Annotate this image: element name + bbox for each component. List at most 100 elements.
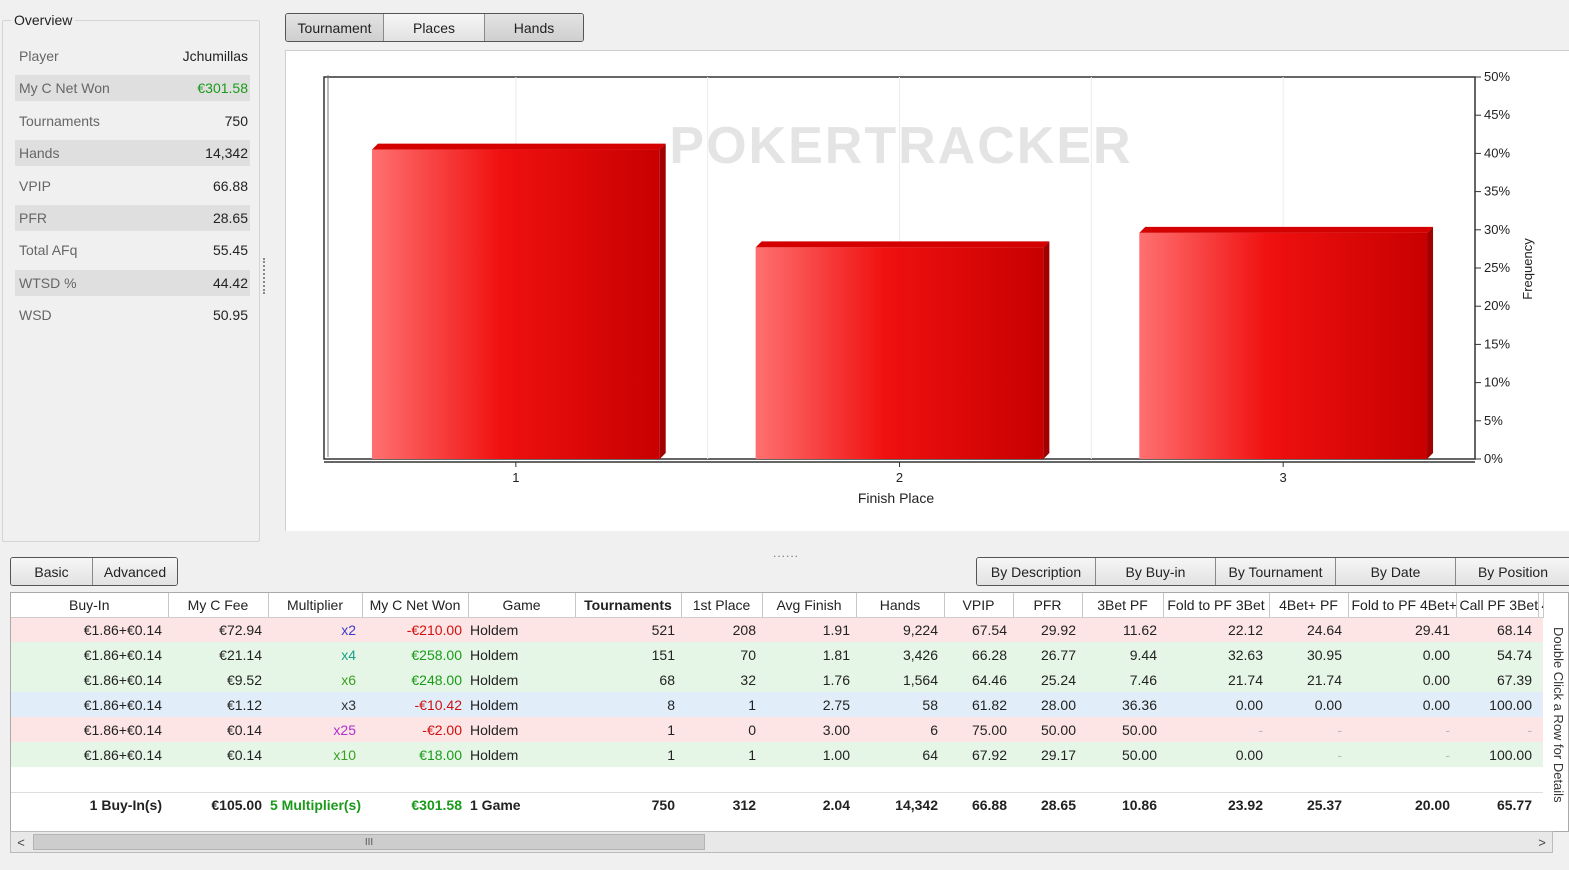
table-cell: x2	[268, 617, 362, 642]
scroll-thumb[interactable]: III	[33, 834, 705, 850]
table-cell: 22.12	[1163, 617, 1269, 642]
tab-tournament[interactable]: Tournament	[286, 14, 384, 41]
overview-value: 66.88	[212, 177, 248, 194]
overview-title: Overview	[11, 12, 76, 28]
table-cell: 25.24	[1013, 667, 1082, 692]
table-cell: 11.62	[1082, 617, 1163, 642]
y-axis-label: Frequency	[1520, 238, 1535, 300]
table-cell: 8	[575, 692, 681, 717]
column-header[interactable]: Hands	[856, 593, 945, 618]
bar-face	[1139, 232, 1428, 459]
table-cell: €9.52	[168, 667, 268, 692]
table-cell: €248.00	[362, 667, 468, 692]
scroll-right-arrow-icon[interactable]: >	[1532, 832, 1552, 852]
y-tick-label: 40%	[1484, 145, 1510, 160]
y-tick-label: 20%	[1484, 298, 1510, 313]
overview-value: 750	[224, 112, 248, 129]
y-tick-label: 10%	[1484, 375, 1510, 390]
horizontal-scrollbar[interactable]: < III >	[10, 831, 1553, 853]
overview-label: PFR	[19, 210, 47, 226]
totals-cell: €301.58	[362, 791, 468, 817]
table-row[interactable]: €1.86+€0.14 €21.14 x4 €258.00 Holdem 151 70 1.8…	[11, 642, 1543, 667]
bar-face	[755, 247, 1044, 459]
table-cell	[1538, 667, 1543, 692]
tab-by-date[interactable]: By Date	[1336, 558, 1456, 585]
column-header[interactable]: 1st Place	[681, 593, 763, 618]
tab-by-position[interactable]: By Position	[1456, 558, 1569, 585]
column-header[interactable]: My C Fee	[168, 593, 269, 618]
column-header[interactable]: PFR	[1013, 593, 1083, 618]
table-cell: €72.94	[168, 617, 268, 642]
table-cell: €21.14	[168, 642, 268, 667]
table-cell: 2.75	[762, 692, 856, 717]
table-cell: 30.95	[1269, 642, 1348, 667]
y-tick-label: 25%	[1484, 260, 1510, 275]
tab-hands[interactable]: Hands	[485, 14, 583, 41]
table-cell: 36.36	[1082, 692, 1163, 717]
table-cell: €1.86+€0.14	[11, 692, 168, 717]
overview-label: WSD	[19, 307, 52, 324]
column-header[interactable]: My C Net Won	[362, 593, 469, 618]
tab-advanced[interactable]: Advanced	[93, 558, 177, 585]
y-tick-label: 45%	[1484, 107, 1510, 122]
column-header[interactable]: Avg Finish	[762, 593, 857, 618]
table-cell: x3	[268, 692, 362, 717]
table-cell: €0.14	[168, 717, 268, 742]
table-cell: €258.00	[362, 642, 468, 667]
chart-panel: POKERTRACKER 0% 5% 10% 15% 20% 25% 30% 35% 40% 45…	[285, 50, 1569, 531]
overview-row: VPIP 66.88	[15, 173, 250, 199]
column-header[interactable]: Buy-In	[11, 593, 169, 618]
group-tab-group: By Description By Buy-in By Tournament B…	[976, 557, 1569, 586]
tab-by-tournament[interactable]: By Tournament	[1216, 558, 1336, 585]
column-header[interactable]: Multiplier	[268, 593, 363, 618]
table-cell: €1.86+€0.14	[11, 742, 168, 767]
table-cell: Holdem	[468, 642, 575, 667]
table-cell: 67.39	[1456, 667, 1538, 692]
y-tick-label: 50%	[1484, 69, 1510, 84]
table-cell: 32.63	[1163, 642, 1269, 667]
tab-basic[interactable]: Basic	[11, 558, 93, 585]
table-cell	[1538, 617, 1543, 642]
column-header[interactable]: Fold to PF 3Bet	[1163, 593, 1270, 618]
column-header[interactable]: 4B	[1538, 593, 1544, 618]
table-row[interactable]: €1.86+€0.14 €1.12 x3 -€10.42 Holdem 8 1 2.75 58 6…	[11, 692, 1543, 717]
bar-top	[755, 241, 1050, 248]
table-cell: 58	[856, 692, 944, 717]
overview-row: My C Net Won €301.58	[15, 75, 250, 102]
table-row[interactable]: €1.86+€0.14 €0.14 x25 -€2.00 Holdem 1 0 3.00 6 75…	[11, 717, 1543, 742]
table-cell: 70	[681, 642, 762, 667]
tab-places[interactable]: Places	[384, 14, 485, 41]
table-cell: 68	[575, 667, 681, 692]
table-cell: 29.41	[1348, 617, 1456, 642]
tab-by-description[interactable]: By Description	[977, 558, 1096, 585]
column-header[interactable]: Tournaments	[575, 593, 682, 618]
table-cell: €0.14	[168, 742, 268, 767]
column-header[interactable]: Game	[468, 593, 576, 618]
table-row[interactable]: €1.86+€0.14 €72.94 x2 -€210.00 Holdem 521 208 1…	[11, 617, 1543, 642]
table-cell: 1	[575, 717, 681, 742]
column-header[interactable]: Fold to PF 4Bet+	[1348, 593, 1457, 618]
column-header[interactable]: Call PF 3Bet	[1456, 593, 1539, 618]
table-cell: 208	[681, 617, 762, 642]
table-row[interactable]: €1.86+€0.14 €0.14 x10 €18.00 Holdem 1 1 1.00 64 6…	[11, 742, 1543, 767]
table-cell: 0.00	[1163, 692, 1269, 717]
table-cell: x10	[268, 742, 362, 767]
bar-side	[659, 143, 666, 459]
scroll-left-arrow-icon[interactable]: <	[11, 832, 31, 852]
table-cell: 1,564	[856, 667, 944, 692]
column-header[interactable]: VPIP	[944, 593, 1014, 618]
splitter-handle[interactable]: ......	[773, 546, 799, 560]
column-header[interactable]: 4Bet+ PF	[1269, 593, 1349, 618]
tab-by-buyin[interactable]: By Buy-in	[1096, 558, 1216, 585]
table-cell: -	[1348, 717, 1456, 742]
view-tab-group: Basic Advanced	[10, 557, 178, 586]
table-cell: -€210.00	[362, 617, 468, 642]
column-header[interactable]: 3Bet PF	[1082, 593, 1164, 618]
totals-cell: 2.04	[762, 791, 856, 817]
panel-resize-grip[interactable]	[263, 258, 266, 294]
bar-face	[371, 149, 660, 459]
totals-cell	[1538, 791, 1543, 817]
table-cell	[1538, 642, 1543, 667]
overview-value: 50.95	[212, 307, 248, 324]
table-row[interactable]: €1.86+€0.14 €9.52 x6 €248.00 Holdem 68 32 1.76 1…	[11, 667, 1543, 692]
